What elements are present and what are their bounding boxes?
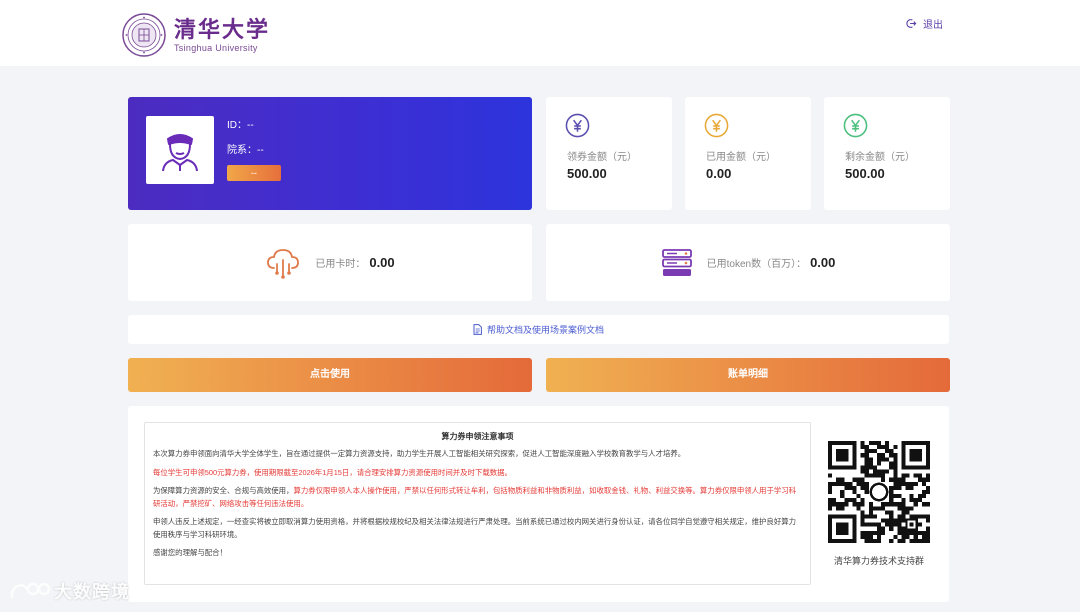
logout-button[interactable]: 退出 — [906, 16, 943, 31]
watermark: 大数跨境 — [9, 578, 130, 604]
stat-value: 0.00 — [706, 166, 732, 181]
notice-paragraph-rules: 为保障算力资源的安全、合规与高效使用，算力券仅限申领人本人操作使用，严禁以任何形… — [153, 485, 802, 510]
use-voucher-button[interactable]: 点击使用 — [128, 358, 532, 392]
notice-section: 算力券申领注意事项 本次算力券申领面向清华大学全体学生，旨在通过提供一定算力资源… — [128, 406, 949, 602]
stat-label: 剩余金额（元） — [845, 152, 915, 163]
stat-label: 领券金额（元） — [567, 152, 637, 163]
user-role-badge: -- — [227, 165, 281, 181]
notice-paragraph-penalty: 申领人违反上述规定，一经查实将被立即取消算力使用资格，并将根据校规校纪及相关法律… — [153, 517, 796, 539]
tokens-panel: 已用token数（百万）： 0.00 — [546, 224, 950, 301]
notice-paragraph-quota: 每位学生可申领500元算力券，使用期限截至2026年1月15日，请合理安排算力资… — [153, 467, 512, 477]
tokens-value: 0.00 — [810, 255, 836, 270]
document-icon — [473, 324, 482, 335]
user-id-row: ID：-- — [227, 116, 254, 131]
wechat-group-qr-code — [828, 441, 930, 543]
stat-card-used: 已用金额（元） 0.00 — [685, 97, 811, 210]
tsinghua-logo[interactable]: 清华大学 Tsinghua University — [122, 13, 270, 57]
help-docs-link[interactable]: 帮助文档及使用场景案例文档 — [128, 315, 949, 344]
logo-english-name: Tsinghua University — [174, 42, 258, 53]
profile-card: ID：-- 院系：-- -- — [128, 97, 532, 210]
yuan-icon — [843, 113, 868, 138]
tokens-label: 已用token数（百万）： — [706, 259, 807, 270]
avatar — [146, 116, 214, 184]
user-id-label: ID： — [227, 120, 247, 131]
notice-rules-intro: 为保障算力资源的安全、合规与高效使用， — [153, 486, 294, 495]
help-docs-label: 帮助文档及使用场景案例文档 — [486, 325, 604, 335]
stat-value: 500.00 — [845, 166, 885, 181]
logo-chinese-name: 清华大学 — [174, 16, 271, 43]
watermark-text: 大数跨境 — [54, 582, 130, 602]
card-hours-panel: 已用卡时： 0.00 — [128, 224, 532, 301]
bill-details-button[interactable]: 账单明细 — [546, 358, 950, 392]
yuan-icon — [704, 113, 729, 138]
department-label: 院系： — [227, 145, 257, 156]
stat-card-issued: 领券金额（元） 500.00 — [546, 97, 672, 210]
yuan-icon — [565, 113, 590, 138]
stat-label: 已用金额（元） — [706, 152, 776, 163]
logout-icon — [906, 19, 917, 28]
user-id-value: -- — [247, 120, 254, 131]
top-header: 清华大学 Tsinghua University 退出 — [0, 0, 1080, 66]
department-value: -- — [257, 145, 264, 156]
notice-paragraph: 本次算力券申领面向清华大学全体学生，旨在通过提供一定算力资源支持，助力学生开展人… — [153, 449, 686, 458]
watermark-logo-icon — [10, 582, 51, 599]
cloud-compute-icon — [267, 248, 300, 279]
logout-label: 退出 — [923, 20, 943, 31]
notice-thanks: 感谢您的理解与配合！ — [153, 548, 227, 557]
card-hours-value: 0.00 — [369, 255, 395, 270]
stat-card-remaining: 剩余金额（元） 500.00 — [824, 97, 950, 210]
stat-value: 500.00 — [567, 166, 607, 181]
qr-caption: 清华算力券技术支持群 — [833, 556, 924, 566]
notice-box: 算力券申领注意事项 本次算力券申领面向清华大学全体学生，旨在通过提供一定算力资源… — [144, 422, 811, 585]
user-avatar-icon — [162, 134, 198, 172]
server-icon — [661, 248, 692, 276]
notice-title: 算力券申领注意事项 — [441, 432, 514, 441]
card-hours-label: 已用卡时： — [315, 259, 366, 270]
tsinghua-seal-icon — [122, 13, 166, 57]
user-department-row: 院系：-- — [227, 141, 264, 156]
